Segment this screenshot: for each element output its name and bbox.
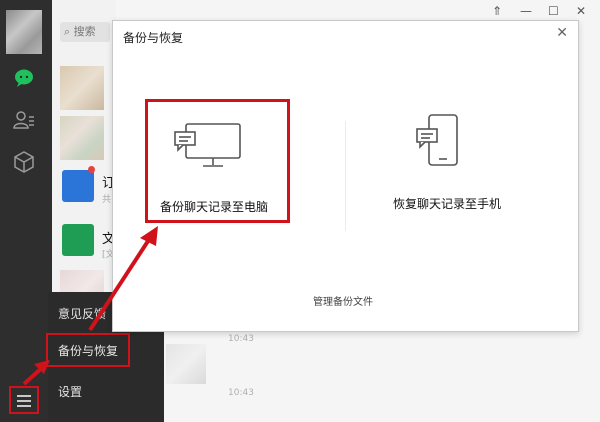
minimize-icon[interactable]: —: [520, 4, 532, 18]
avatar[interactable]: [6, 10, 42, 54]
menu-item-settings[interactable]: 设置: [48, 376, 164, 408]
dialog-title: 备份与恢复: [123, 31, 184, 45]
backup-to-pc-option[interactable]: 备份聊天记录至电脑: [145, 99, 290, 223]
menu-button[interactable]: [9, 386, 39, 414]
highlight-box: [46, 333, 130, 367]
file-transfer-icon[interactable]: [62, 224, 94, 256]
close-icon[interactable]: ✕: [556, 25, 568, 41]
sidebar: [0, 0, 52, 422]
restore-to-phone-option[interactable]: 恢复聊天记录至手机: [377, 99, 522, 223]
chat-avatar[interactable]: [60, 116, 104, 160]
divider: [345, 121, 346, 231]
phone-icon: [415, 113, 465, 173]
restore-label: 恢复聊天记录至手机: [393, 197, 502, 211]
cube-icon[interactable]: [12, 150, 36, 174]
close-window-icon[interactable]: ✕: [576, 4, 586, 18]
search-box[interactable]: ⌕ 搜索: [60, 22, 110, 42]
backup-label: 备份聊天记录至电脑: [160, 200, 269, 214]
chat-icon[interactable]: [12, 66, 36, 90]
timestamp: 10:43: [228, 388, 254, 398]
search-icon: ⌕: [64, 25, 71, 38]
pin-icon[interactable]: ⇑: [492, 4, 502, 18]
manage-backups-link[interactable]: 管理备份文件: [313, 293, 373, 308]
contacts-icon[interactable]: [12, 108, 36, 132]
monitor-icon: [174, 122, 242, 174]
subscription-icon[interactable]: [62, 170, 94, 202]
maximize-icon[interactable]: ☐: [548, 4, 559, 18]
list-item-sub: 共: [102, 195, 112, 205]
hamburger-icon: [17, 395, 31, 397]
search-input[interactable]: 搜索: [74, 25, 96, 38]
unread-dot: [88, 166, 95, 173]
backup-dialog: 备份与恢复 ✕ 备份聊天记录至电脑 恢复聊天记录至手机 管理备份文件: [112, 20, 579, 332]
chat-avatar: [166, 344, 206, 384]
chat-avatar[interactable]: [60, 66, 104, 110]
timestamp: 10:43: [228, 334, 254, 344]
